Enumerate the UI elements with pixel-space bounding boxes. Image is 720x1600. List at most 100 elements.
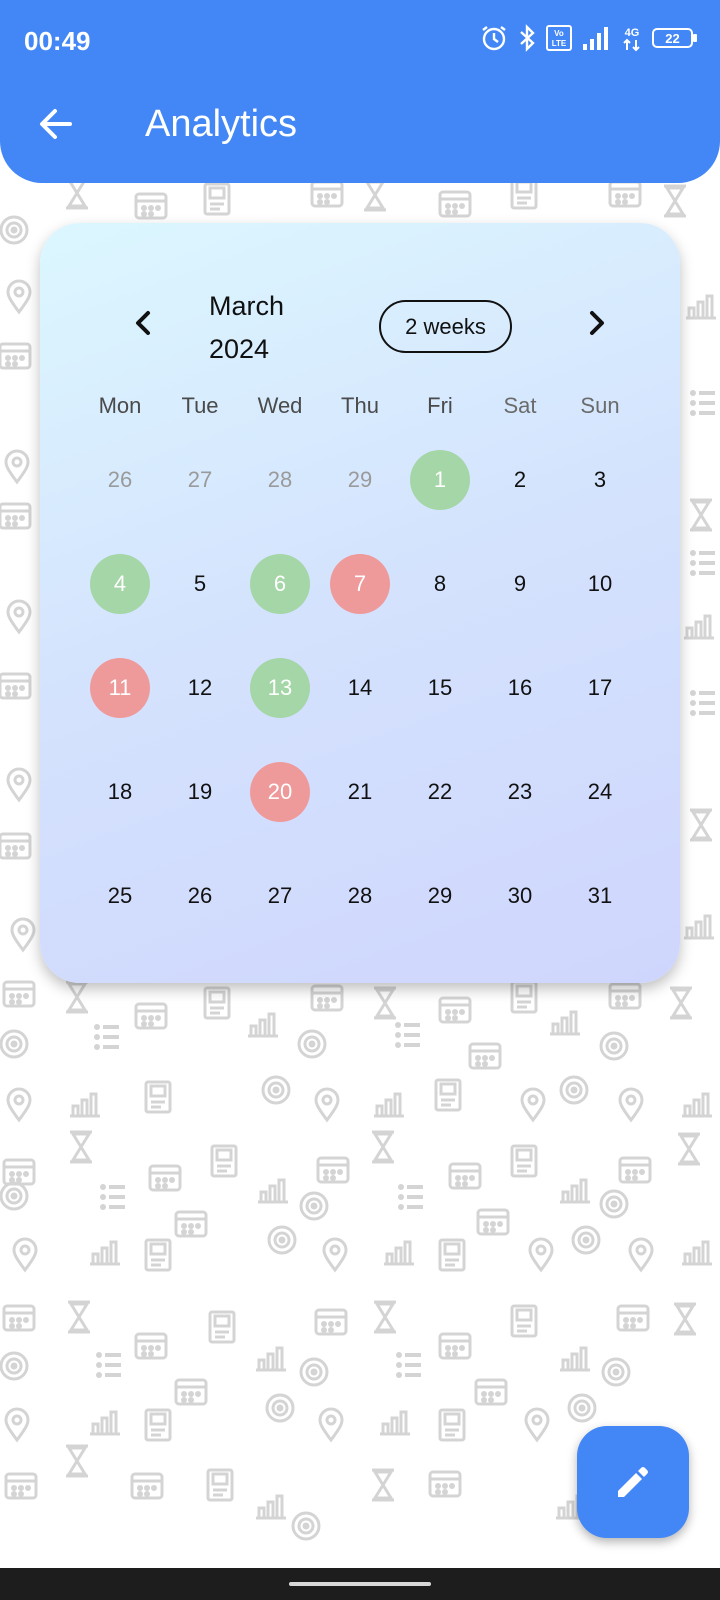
calendar-day-number: 25 — [107, 883, 133, 908]
calendar-day-cell[interactable]: 7 — [320, 532, 400, 636]
calendar-day-number: 5 — [193, 571, 207, 596]
format-toggle-button[interactable]: 2 weeks — [379, 300, 512, 353]
calendar-day-cell[interactable]: 3 — [560, 428, 640, 532]
calendar-day-number: 10 — [587, 571, 613, 596]
calendar-day-number: 8 — [433, 571, 447, 596]
calendar-day-cell[interactable]: 17 — [560, 636, 640, 740]
4g-icon: 4G — [622, 24, 642, 52]
calendar-day-number: 31 — [587, 883, 613, 908]
calendar-day-cell[interactable]: 30 — [480, 844, 560, 948]
calendar-day-cell[interactable]: 10 — [560, 532, 640, 636]
calendar-day-cell[interactable]: 15 — [400, 636, 480, 740]
calendar-day-number: 29 — [347, 467, 373, 492]
status-icons: Vo LTE 4G 22 — [480, 24, 698, 52]
calendar-day-number: 29 — [427, 883, 453, 908]
weekday-label: Wed — [257, 393, 303, 418]
weekday-label: Thu — [341, 393, 379, 418]
calendar-day-cell[interactable]: 14 — [320, 636, 400, 740]
calendar-day-number: 15 — [427, 675, 453, 700]
calendar-day-number: 30 — [507, 883, 533, 908]
calendar-day-cell[interactable]: 29 — [320, 428, 400, 532]
calendar-day-cell[interactable]: 18 — [80, 740, 160, 844]
calendar-day-cell[interactable]: 1 — [400, 428, 480, 532]
calendar-day-number: 22 — [427, 779, 453, 804]
calendar-header: March 2024 2 weeks — [40, 223, 680, 373]
calendar-day-cell[interactable]: 13 — [240, 636, 320, 740]
calendar-day-cell[interactable]: 11 — [80, 636, 160, 740]
calendar-day-cell[interactable]: 23 — [480, 740, 560, 844]
calendar-day-number: 9 — [513, 571, 527, 596]
calendar-day-cell[interactable]: 26 — [80, 428, 160, 532]
app-bar: 00:49 Vo LTE 4G 22 Analytics — [0, 0, 720, 183]
calendar-card: March 2024 2 weeks Mon Tue Wed Thu Fri S… — [40, 223, 680, 983]
signal-icon — [582, 24, 612, 52]
calendar-day-number: 14 — [347, 675, 373, 700]
month-label: March — [209, 291, 285, 321]
calendar-day-number: 28 — [347, 883, 373, 908]
calendar-day-cell[interactable]: 27 — [240, 844, 320, 948]
calendar-day-cell[interactable]: 12 — [160, 636, 240, 740]
calendar-day-cell[interactable]: 9 — [480, 532, 560, 636]
calendar-day-cell[interactable]: 8 — [400, 532, 480, 636]
page-title: Analytics — [145, 103, 298, 145]
toolbar: Analytics — [0, 88, 720, 168]
calendar-day-cell[interactable]: 28 — [240, 428, 320, 532]
calendar-day-cell[interactable]: 19 — [160, 740, 240, 844]
calendar-day-number: 2 — [513, 467, 527, 492]
chevron-right-icon — [590, 311, 604, 335]
calendar-day-number: 3 — [593, 467, 607, 492]
calendar-day-number: 18 — [107, 779, 133, 804]
calendar-day-cell[interactable]: 26 — [160, 844, 240, 948]
calendar-day-cell[interactable]: 25 — [80, 844, 160, 948]
edit-fab-button[interactable] — [577, 1426, 689, 1538]
calendar-day-cell[interactable]: 21 — [320, 740, 400, 844]
calendar-day-cell[interactable]: 31 — [560, 844, 640, 948]
svg-text:LTE: LTE — [552, 39, 567, 48]
home-gesture-handle[interactable] — [289, 1582, 431, 1586]
calendar-day-number: 12 — [187, 675, 213, 700]
calendar-day-cell[interactable]: 22 — [400, 740, 480, 844]
calendar-day-number: 17 — [587, 675, 613, 700]
calendar-day-number: 24 — [587, 779, 613, 804]
calendar-day-cell[interactable]: 16 — [480, 636, 560, 740]
calendar-day-cell[interactable]: 5 — [160, 532, 240, 636]
calendar-day-number: 16 — [507, 675, 533, 700]
calendar-day-number: 19 — [187, 779, 213, 804]
calendar-day-cell[interactable]: 6 — [240, 532, 320, 636]
year-label: 2024 — [209, 334, 270, 364]
volte-icon: Vo LTE — [546, 24, 572, 52]
previous-month-button[interactable] — [124, 303, 164, 343]
calendar-day-cell[interactable]: 27 — [160, 428, 240, 532]
battery-icon: 22 — [652, 24, 698, 52]
weekday-header-row: Mon Tue Wed Thu Fri Sat Sun — [80, 393, 640, 429]
svg-text:Vo: Vo — [554, 29, 564, 38]
svg-text:4G: 4G — [625, 27, 640, 39]
weekday-label: Sat — [503, 393, 537, 418]
calendar-day-number: 13 — [250, 658, 310, 718]
calendar-day-number: 27 — [267, 883, 293, 908]
battery-level: 22 — [665, 31, 679, 46]
calendar-day-number: 21 — [347, 779, 373, 804]
calendar-day-number: 26 — [187, 883, 213, 908]
calendar-day-number: 28 — [267, 467, 293, 492]
calendar-day-cell[interactable]: 4 — [80, 532, 160, 636]
calendar-day-number: 4 — [90, 554, 150, 614]
bluetooth-icon — [518, 24, 536, 52]
system-nav-bar — [0, 1568, 720, 1600]
calendar-day-number: 6 — [250, 554, 310, 614]
back-button[interactable] — [30, 98, 82, 150]
calendar-day-cell[interactable]: 24 — [560, 740, 640, 844]
calendar-day-number: 23 — [507, 779, 533, 804]
month-year-title: March 2024 — [209, 285, 329, 371]
next-month-button[interactable] — [576, 303, 616, 343]
calendar-day-cell[interactable]: 20 — [240, 740, 320, 844]
calendar-day-cell[interactable]: 29 — [400, 844, 480, 948]
calendar-day-number: 27 — [187, 467, 213, 492]
calendar-day-cell[interactable]: 28 — [320, 844, 400, 948]
status-bar: 00:49 Vo LTE 4G 22 — [0, 0, 720, 80]
calendar-day-cell[interactable]: 2 — [480, 428, 560, 532]
calendar-day-number: 20 — [250, 762, 310, 822]
calendar-day-grid: 26 27 28 29 1 2 3 4 5 6 7 8 9 10 11 12 13 14 15 16 17 18 19 20 2… — [80, 428, 640, 948]
arrow-back-icon — [40, 109, 72, 139]
weekday-label: Fri — [427, 393, 453, 418]
